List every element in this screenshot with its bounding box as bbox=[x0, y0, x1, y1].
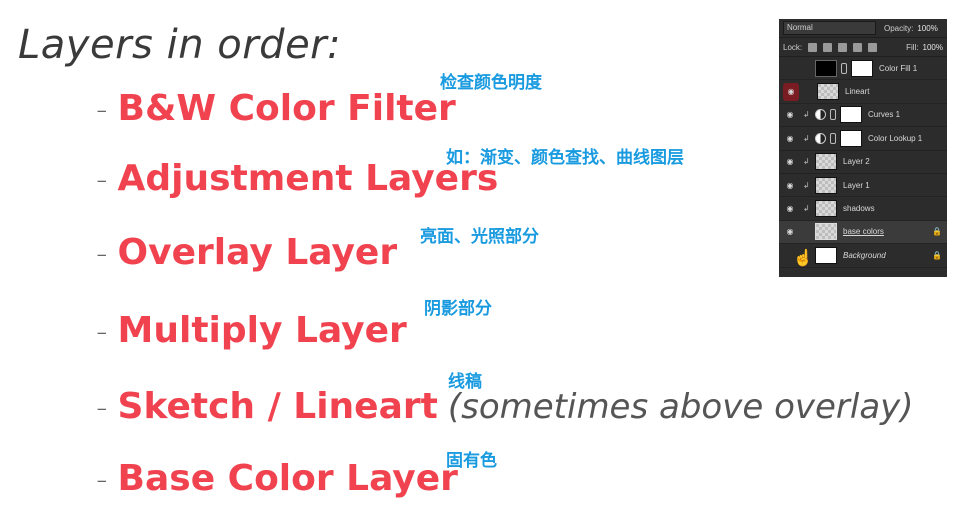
eye-icon[interactable]: ◉ bbox=[783, 151, 797, 173]
layer-row[interactable]: ◉ ↲ Layer 2 bbox=[779, 151, 947, 174]
clip-icon: ↲ bbox=[803, 110, 810, 120]
note-bw-filter: 检查颜色明度 bbox=[440, 73, 542, 93]
layer-name: shadows bbox=[843, 204, 875, 214]
eye-icon[interactable]: ◉ bbox=[783, 221, 797, 243]
lock-label: Lock: bbox=[783, 42, 803, 52]
mask-thumbnail bbox=[840, 129, 862, 147]
item-label: Base Color Layer bbox=[117, 458, 458, 499]
opacity-field[interactable]: 100% bbox=[917, 24, 937, 33]
panel-top-row: Normal Opacity: 100% bbox=[779, 19, 947, 38]
opacity-label: Opacity: bbox=[884, 23, 914, 33]
layer-row[interactable]: ◉ ↲ shadows bbox=[779, 197, 947, 221]
hand-cursor-icon: ☝ bbox=[793, 250, 813, 267]
layer-thumbnail bbox=[815, 59, 837, 77]
clip-icon: ↲ bbox=[803, 133, 810, 143]
layers-panel: Normal Opacity: 100% Lock: Fill: 100% ● … bbox=[779, 19, 947, 277]
layer-name: Layer 1 bbox=[843, 180, 870, 190]
lock-move-icon[interactable] bbox=[838, 42, 848, 52]
eye-icon[interactable]: ◉ bbox=[783, 82, 799, 101]
list-item-overlay: - Overlay Layer bbox=[96, 232, 397, 273]
slide-title: Layers in order: bbox=[18, 22, 342, 68]
eye-icon[interactable]: ◉ bbox=[783, 127, 797, 149]
list-item-adjustment: - Adjustment Layers bbox=[96, 158, 498, 199]
mask-thumbnail bbox=[851, 59, 873, 77]
layer-row[interactable]: ◉ ↲ Color Lookup 1 bbox=[779, 127, 947, 151]
layer-thumbnail bbox=[817, 83, 839, 101]
bullet-dash: - bbox=[96, 234, 108, 272]
fill-field[interactable]: 100% bbox=[923, 43, 943, 52]
note-adjustment: 如：渐变、颜色查找、曲线图层 bbox=[446, 148, 684, 168]
layer-name: base colors bbox=[843, 227, 884, 237]
link-icon bbox=[841, 62, 847, 74]
note-sketch: 线稿 bbox=[448, 372, 482, 392]
list-item-base-color: - Base Color Layer bbox=[96, 458, 458, 499]
layer-name: Background bbox=[843, 250, 886, 260]
layer-name: Lineart bbox=[845, 87, 870, 97]
item-label: Adjustment Layers bbox=[117, 158, 499, 199]
lock-icon: 🔒 bbox=[932, 250, 942, 260]
note-base-color: 固有色 bbox=[446, 451, 497, 471]
link-icon bbox=[830, 109, 836, 121]
adjustment-icon bbox=[815, 132, 826, 144]
layer-row-selected[interactable]: ◉ base colors 🔒 bbox=[779, 220, 947, 245]
clip-icon: ↲ bbox=[803, 204, 810, 214]
layer-thumbnail bbox=[815, 176, 837, 194]
bullet-dash: - bbox=[96, 388, 108, 426]
layer-thumbnail bbox=[815, 246, 837, 264]
lock-all-icon[interactable] bbox=[868, 42, 878, 52]
mask-thumbnail bbox=[840, 106, 862, 124]
panel-lock-row: Lock: Fill: 100% bbox=[779, 38, 947, 57]
list-item-multiply: - Multiply Layer bbox=[96, 310, 407, 351]
lock-transparency-icon[interactable] bbox=[808, 42, 818, 52]
item-label: B&W Color Filter bbox=[117, 88, 456, 129]
lock-icon: 🔒 bbox=[932, 227, 942, 237]
item-label: Overlay Layer bbox=[117, 232, 398, 273]
item-label: Sketch / Lineart bbox=[117, 386, 438, 427]
item-extra: (sometimes above overlay) bbox=[447, 387, 914, 427]
note-overlay: 亮面、光照部分 bbox=[420, 227, 539, 247]
layer-name: Color Lookup 1 bbox=[868, 133, 923, 143]
layer-row[interactable]: ◉ ↲ Layer 1 bbox=[779, 174, 947, 198]
link-icon bbox=[830, 132, 836, 144]
layer-name: Curves 1 bbox=[868, 110, 901, 120]
layer-thumbnail bbox=[815, 200, 837, 218]
lock-artboard-icon[interactable] bbox=[853, 42, 863, 52]
bullet-dash: - bbox=[96, 160, 108, 198]
layer-row[interactable]: ◉ ↲ Curves 1 bbox=[779, 104, 947, 128]
eye-icon[interactable]: ● bbox=[783, 57, 797, 79]
eye-icon[interactable]: ◉ bbox=[783, 174, 797, 196]
layer-thumbnail bbox=[815, 153, 837, 171]
bullet-dash: - bbox=[96, 90, 108, 128]
adjustment-icon bbox=[815, 109, 826, 121]
fill-label: Fill: bbox=[906, 42, 919, 52]
layer-row[interactable]: ● Color Fill 1 bbox=[779, 57, 947, 81]
layer-thumbnail bbox=[815, 223, 837, 241]
clip-icon: ↲ bbox=[803, 180, 810, 190]
layer-row[interactable]: ◉ Lineart bbox=[779, 80, 947, 104]
bullet-dash: - bbox=[96, 460, 108, 498]
lock-brush-icon[interactable] bbox=[823, 42, 833, 52]
eye-icon[interactable]: ◉ bbox=[783, 104, 797, 126]
eye-icon[interactable]: ◉ bbox=[783, 198, 797, 220]
item-label: Multiply Layer bbox=[117, 310, 407, 351]
clip-icon: ↲ bbox=[803, 157, 810, 167]
bullet-dash: - bbox=[96, 312, 108, 350]
list-item-bw-filter: - B&W Color Filter bbox=[96, 88, 456, 129]
note-multiply: 阴影部分 bbox=[424, 299, 492, 319]
list-item-sketch: - Sketch / Lineart (sometimes above overla… bbox=[96, 386, 914, 427]
blend-mode-select[interactable]: Normal bbox=[783, 21, 876, 35]
layer-name: Color Fill 1 bbox=[879, 63, 918, 73]
layer-name: Layer 2 bbox=[843, 157, 870, 167]
